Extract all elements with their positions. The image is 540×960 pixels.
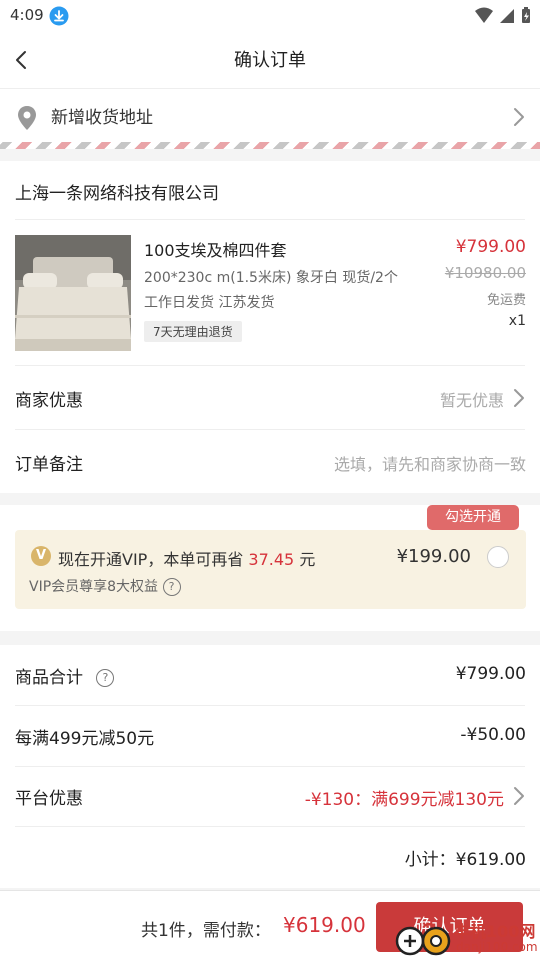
vip-badge-icon: V (31, 546, 51, 566)
vip-offer-suffix: 元 (299, 550, 316, 569)
price-summary: 商品合计 ? ¥799.00 每满499元减50元 -¥50.00 平台优惠 -… (0, 645, 540, 888)
goods-total-label: 商品合计 ? (15, 663, 115, 688)
status-time: 4:09 (10, 6, 44, 24)
wifi-icon (475, 7, 493, 23)
envelope-stripe-divider (0, 142, 540, 149)
vip-offer-card[interactable]: V 现在开通VIP，本单可再省 37.45 元 VIP会员尊享8大权益 ? ¥1… (15, 530, 526, 609)
vip-benefits-label: VIP会员尊享8大权益 (29, 579, 159, 595)
system-status-icons (475, 7, 530, 23)
product-shipping-info: 工作日发货 江苏发货 (144, 295, 275, 311)
page-title: 确认订单 (234, 50, 306, 71)
product-spec: 200*230c m(1.5米床) 象牙白 现货/2个 (144, 270, 398, 286)
promo-value: -¥50.00 (460, 725, 526, 745)
platform-discount-label: 平台优惠 (15, 789, 83, 809)
promo-label: 每满499元减50元 (15, 729, 155, 749)
divider (15, 219, 525, 220)
location-pin-icon (18, 106, 36, 130)
help-icon[interactable]: ? (96, 669, 115, 687)
watermark-url: danji100.com (456, 940, 538, 954)
product-name: 100支埃及棉四件套 (144, 241, 287, 260)
vip-price: ¥199.00 (396, 546, 471, 567)
vip-benefits[interactable]: VIP会员尊享8大权益 ? (29, 576, 181, 596)
subtotal: 小计：¥619.00 (404, 850, 526, 870)
vip-opt-in-bubble: 勾选开通 (427, 505, 519, 530)
platform-discount-value: -¥130：满699元减130元 (304, 790, 504, 810)
merchant-discount-label: 商家优惠 (15, 391, 83, 411)
return-policy-badge: 7天无理由退货 (144, 321, 242, 342)
divider (15, 826, 525, 827)
download-icon (49, 6, 69, 26)
nav-bar: 确认订单 (0, 32, 540, 89)
signal-icon (500, 9, 514, 23)
watermark-logo-icon (395, 923, 451, 956)
product-original-price: ¥10980.00 (444, 264, 526, 282)
divider (15, 705, 525, 706)
vip-offer-prefix: 现在开通VIP，本单可再省 (58, 550, 244, 569)
order-remark-row: 订单备注 选填，请先和商家协商一致 (0, 430, 540, 492)
vip-select-radio[interactable] (487, 546, 509, 568)
merchant-name: 上海一条网络科技有限公司 (15, 184, 219, 204)
vip-section: 勾选开通 V 现在开通VIP，本单可再省 37.45 元 VIP会员尊享8大权益… (0, 505, 540, 631)
product-image[interactable] (15, 235, 131, 351)
help-icon[interactable]: ? (162, 578, 181, 596)
product-quantity: x1 (508, 313, 526, 329)
order-remark-label: 订单备注 (15, 455, 83, 475)
chevron-right-icon (514, 108, 524, 126)
vip-offer-text: 现在开通VIP，本单可再省 37.45 元 (58, 546, 315, 570)
shipping-fee-label: 免运费 (486, 293, 526, 308)
merchant-discount-value: 暂无优惠 (439, 391, 504, 410)
status-bar: 4:09 (0, 0, 540, 32)
chevron-right-icon (514, 389, 524, 407)
platform-discount-row[interactable]: 平台优惠 -¥130：满699元减130元 (0, 767, 540, 825)
screen: 4:09 确认订单 新增收货地址 上海一条网络科技有限公司 100支埃及棉四件套… (0, 0, 540, 960)
order-remark-input[interactable]: 选填，请先和商家协商一致 (334, 451, 526, 475)
product-price: ¥799.00 (455, 237, 526, 257)
watermark-text: 丰机100网 (454, 922, 536, 941)
merchant-discount-row[interactable]: 商家优惠 暂无优惠 (0, 366, 540, 428)
order-card: 上海一条网络科技有限公司 100支埃及棉四件套 200*230c m(1.5米床… (0, 161, 540, 493)
add-address-row[interactable]: 新增收货地址 (0, 89, 540, 145)
total-amount: ¥619.00 (283, 913, 366, 937)
add-address-label: 新增收货地址 (51, 108, 153, 128)
total-label: 共1件，需付款： (141, 921, 271, 941)
vip-save-amount: 37.45 (248, 550, 295, 569)
chevron-right-icon (514, 787, 524, 805)
site-watermark: 丰机100网 danji100.com (394, 918, 540, 960)
goods-total-value: ¥799.00 (455, 664, 526, 684)
